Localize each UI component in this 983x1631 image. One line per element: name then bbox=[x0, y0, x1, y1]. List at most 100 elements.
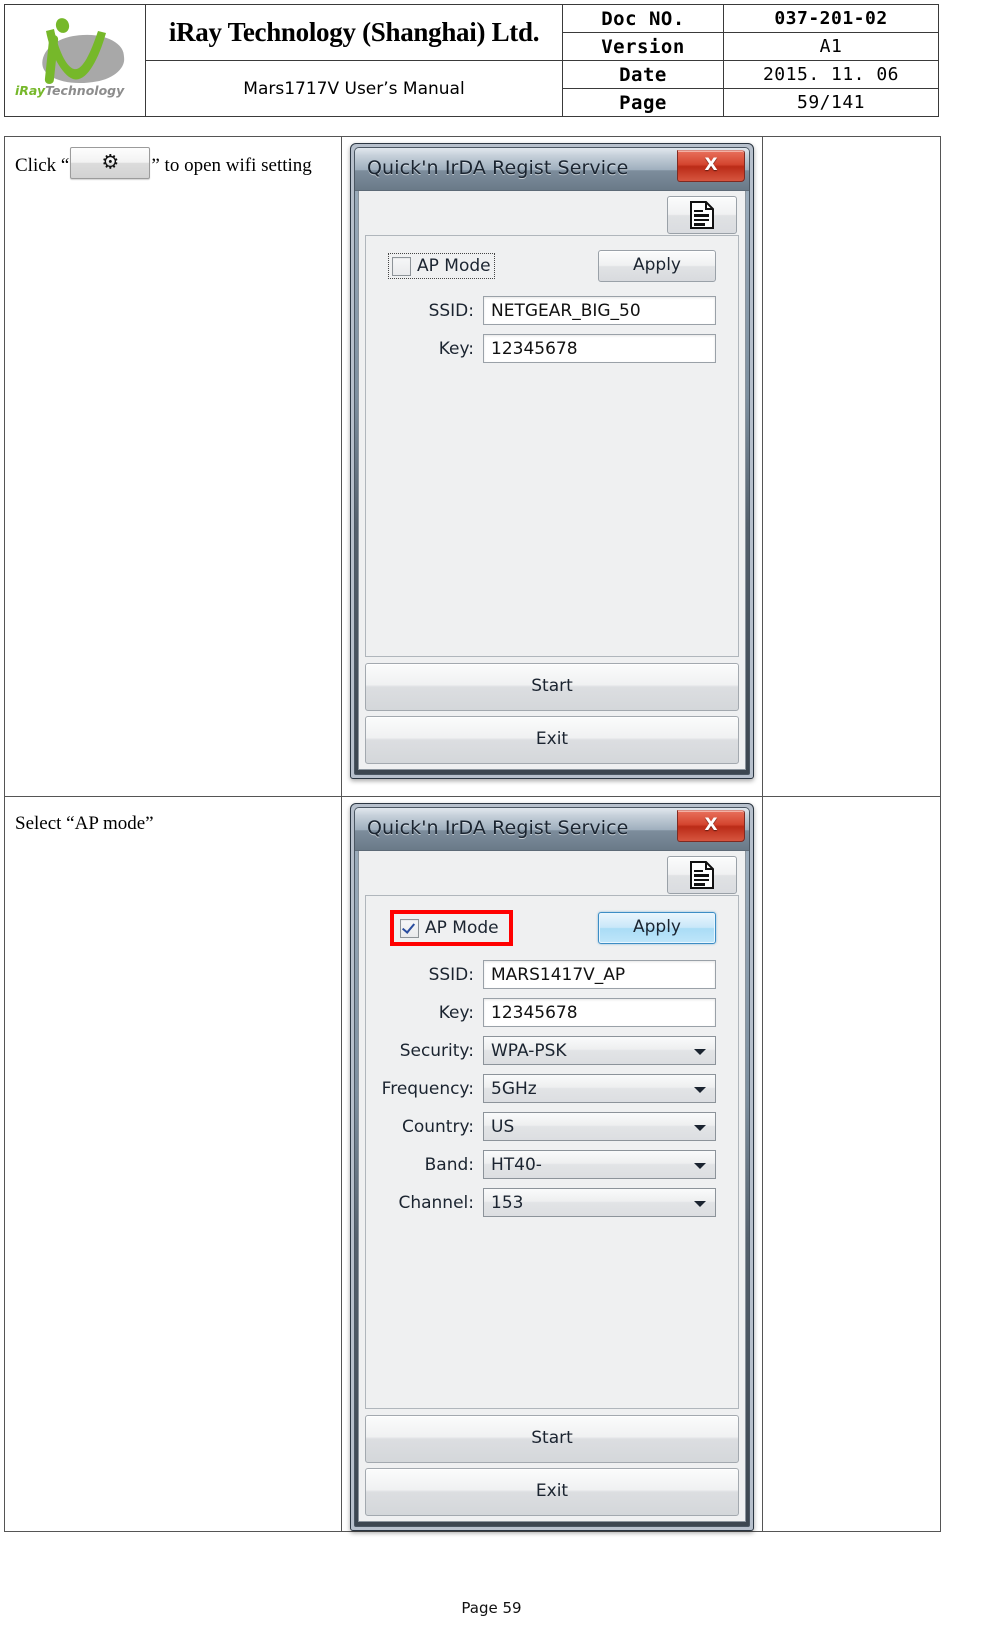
gear-icon: ⚙ bbox=[101, 151, 120, 174]
step-1-notes-cell bbox=[762, 136, 941, 797]
document-icon-button[interactable] bbox=[667, 196, 737, 234]
table-row: Select “AP mode” Quick'n IrDA Regist Ser… bbox=[4, 796, 941, 1532]
dialog-2-band-label: Band: bbox=[424, 1154, 474, 1175]
dialog-1-ap-mode-checkbox[interactable] bbox=[392, 256, 411, 276]
dialog-2-titlebar[interactable]: Quick'n IrDA Regist Service X bbox=[355, 808, 749, 851]
dialog-2-ssid-label: SSID: bbox=[428, 964, 474, 985]
document-icon bbox=[690, 201, 714, 229]
iray-logo: iRayTechnology bbox=[12, 13, 138, 109]
dialog-2-frequency-label: Frequency: bbox=[381, 1078, 474, 1099]
quickn-irda-dialog-1: Quick'n IrDA Regist Service X AP Mode Ap… bbox=[350, 143, 754, 779]
dialog-2-ap-mode-checkbox-group[interactable]: AP Mode bbox=[390, 910, 513, 946]
dialog-2-key-row: Key: 12345678 bbox=[366, 998, 738, 1027]
gear-icon-button[interactable]: ⚙ bbox=[70, 147, 151, 179]
dialog-2-country-row: Country: US bbox=[366, 1112, 738, 1141]
dialog-2-apmode-row: AP Mode Apply bbox=[366, 896, 738, 946]
doc-no-label: Doc NO. bbox=[562, 4, 724, 33]
close-icon[interactable]: X bbox=[677, 150, 745, 182]
date-label: Date bbox=[562, 60, 724, 89]
step-2-instruction-text: Select “AP mode” bbox=[15, 813, 154, 834]
dialog-2-settings-panel: AP Mode Apply SSID: MARS1417V_AP Key: 12… bbox=[365, 895, 739, 1409]
steps-table: Click “ ⚙ ” to open wifi setting Quick'n I… bbox=[4, 136, 941, 1532]
manual-title: Mars1717V User’s Manual bbox=[145, 60, 563, 117]
dialog-2-ssid-input[interactable]: MARS1417V_AP bbox=[483, 960, 716, 989]
dialog-2-title: Quick'n IrDA Regist Service bbox=[367, 817, 629, 839]
table-row: Click “ ⚙ ” to open wifi setting Quick'n I… bbox=[4, 136, 941, 797]
chevron-down-icon bbox=[694, 1087, 706, 1093]
dialog-2-frame: Quick'n IrDA Regist Service X AP Mode Ap… bbox=[354, 807, 750, 1527]
logo-v-swoosh bbox=[40, 27, 110, 85]
dialog-1-key-input[interactable]: 12345678 bbox=[483, 334, 716, 363]
dialog-2-frequency-value: 5GHz bbox=[491, 1079, 537, 1099]
dialog-1-key-row: Key: 12345678 bbox=[366, 334, 738, 363]
dialog-2-security-select[interactable]: WPA-PSK bbox=[483, 1036, 716, 1065]
step-1-instruction-text: Click “ ⚙ ” to open wifi setting bbox=[5, 137, 341, 183]
page-value: 59/141 bbox=[723, 88, 939, 117]
dialog-2-channel-select[interactable]: 153 bbox=[483, 1188, 716, 1217]
document-header-table: iRayTechnology iRay Technology (Shanghai… bbox=[4, 4, 939, 117]
doc-no-value: 037-201-02 bbox=[723, 4, 939, 33]
version-label: Version bbox=[562, 32, 724, 61]
dialog-2-security-value: WPA-PSK bbox=[491, 1041, 567, 1061]
dialog-2-security-row: Security: WPA-PSK bbox=[366, 1036, 738, 1065]
dialog-1-client-area: AP Mode Apply SSID: NETGEAR_BIG_50 Key: … bbox=[358, 191, 746, 770]
page-label: Page bbox=[562, 88, 724, 117]
company-name: iRay Technology (Shanghai) Ltd. bbox=[145, 4, 563, 61]
dialog-2-ap-mode-checkbox[interactable] bbox=[400, 918, 419, 938]
dialog-1-exit-button[interactable]: Exit bbox=[365, 716, 739, 764]
dialog-2-country-select[interactable]: US bbox=[483, 1112, 716, 1141]
dialog-2-country-value: US bbox=[491, 1117, 515, 1137]
dialog-2-frequency-row: Frequency: 5GHz bbox=[366, 1074, 738, 1103]
dialog-1-ssid-input[interactable]: NETGEAR_BIG_50 bbox=[483, 296, 716, 325]
dialog-2-key-input[interactable]: 12345678 bbox=[483, 998, 716, 1027]
logo-wordmark: iRayTechnology bbox=[15, 83, 135, 98]
dialog-1-apply-button[interactable]: Apply bbox=[598, 250, 716, 282]
dialog-1-key-label: Key: bbox=[438, 338, 474, 359]
step-2-instruction-cell: Select “AP mode” bbox=[4, 796, 342, 1532]
dialog-2-band-row: Band: HT40- bbox=[366, 1150, 738, 1179]
dialog-1-ap-mode-checkbox-group[interactable]: AP Mode bbox=[388, 253, 495, 279]
page-footer: Page 59 bbox=[461, 1599, 522, 1617]
date-value: 2015. 11. 06 bbox=[723, 60, 939, 89]
dialog-2-channel-row: Channel: 153 bbox=[366, 1188, 738, 1217]
dialog-2-start-button[interactable]: Start bbox=[365, 1415, 739, 1463]
dialog-1-start-button[interactable]: Start bbox=[365, 663, 739, 711]
company-logo-cell: iRayTechnology bbox=[4, 4, 146, 117]
step-1-text-after: ” to open wifi setting bbox=[151, 155, 312, 176]
dialog-2-exit-button[interactable]: Exit bbox=[365, 1468, 739, 1516]
step-1-text-before: Click “ bbox=[15, 155, 70, 176]
document-icon bbox=[690, 861, 714, 889]
version-value: A1 bbox=[723, 32, 939, 61]
dialog-1-toolbar bbox=[359, 191, 745, 235]
dialog-2-band-select[interactable]: HT40- bbox=[483, 1150, 716, 1179]
dialog-2-channel-label: Channel: bbox=[398, 1192, 474, 1213]
quickn-irda-dialog-2: Quick'n IrDA Regist Service X AP Mode Ap… bbox=[350, 803, 754, 1531]
dialog-1-title: Quick'n IrDA Regist Service bbox=[367, 157, 629, 179]
dialog-2-channel-value: 153 bbox=[491, 1193, 524, 1213]
dialog-2-ap-mode-label: AP Mode bbox=[425, 918, 499, 938]
logo-wordmark-technology: Technology bbox=[45, 82, 125, 98]
close-icon[interactable]: X bbox=[677, 810, 745, 842]
dialog-2-frequency-select[interactable]: 5GHz bbox=[483, 1074, 716, 1103]
dialog-2-band-value: HT40- bbox=[491, 1155, 542, 1175]
dialog-1-titlebar[interactable]: Quick'n IrDA Regist Service X bbox=[355, 148, 749, 191]
dialog-2-client-area: AP Mode Apply SSID: MARS1417V_AP Key: 12… bbox=[358, 851, 746, 1522]
chevron-down-icon bbox=[694, 1201, 706, 1207]
step-1-screenshot-cell: Quick'n IrDA Regist Service X AP Mode Ap… bbox=[341, 136, 763, 797]
chevron-down-icon bbox=[694, 1125, 706, 1131]
dialog-1-ssid-label: SSID: bbox=[428, 300, 474, 321]
dialog-1-settings-panel: AP Mode Apply SSID: NETGEAR_BIG_50 Key: … bbox=[365, 235, 739, 657]
chevron-down-icon bbox=[694, 1049, 706, 1055]
step-2-notes-cell bbox=[762, 796, 941, 1532]
dialog-2-key-label: Key: bbox=[438, 1002, 474, 1023]
dialog-2-apply-button[interactable]: Apply bbox=[598, 912, 716, 944]
step-1-instruction-cell: Click “ ⚙ ” to open wifi setting bbox=[4, 136, 342, 797]
dialog-2-security-label: Security: bbox=[399, 1040, 474, 1061]
step-2-screenshot-cell: Quick'n IrDA Regist Service X AP Mode Ap… bbox=[341, 796, 763, 1532]
dialog-2-toolbar bbox=[359, 851, 745, 895]
dialog-2-ssid-row: SSID: MARS1417V_AP bbox=[366, 960, 738, 989]
chevron-down-icon bbox=[694, 1163, 706, 1169]
document-icon-button[interactable] bbox=[667, 856, 737, 894]
dialog-1-frame: Quick'n IrDA Regist Service X AP Mode Ap… bbox=[354, 147, 750, 775]
logo-wordmark-iray: iRay bbox=[15, 82, 46, 98]
